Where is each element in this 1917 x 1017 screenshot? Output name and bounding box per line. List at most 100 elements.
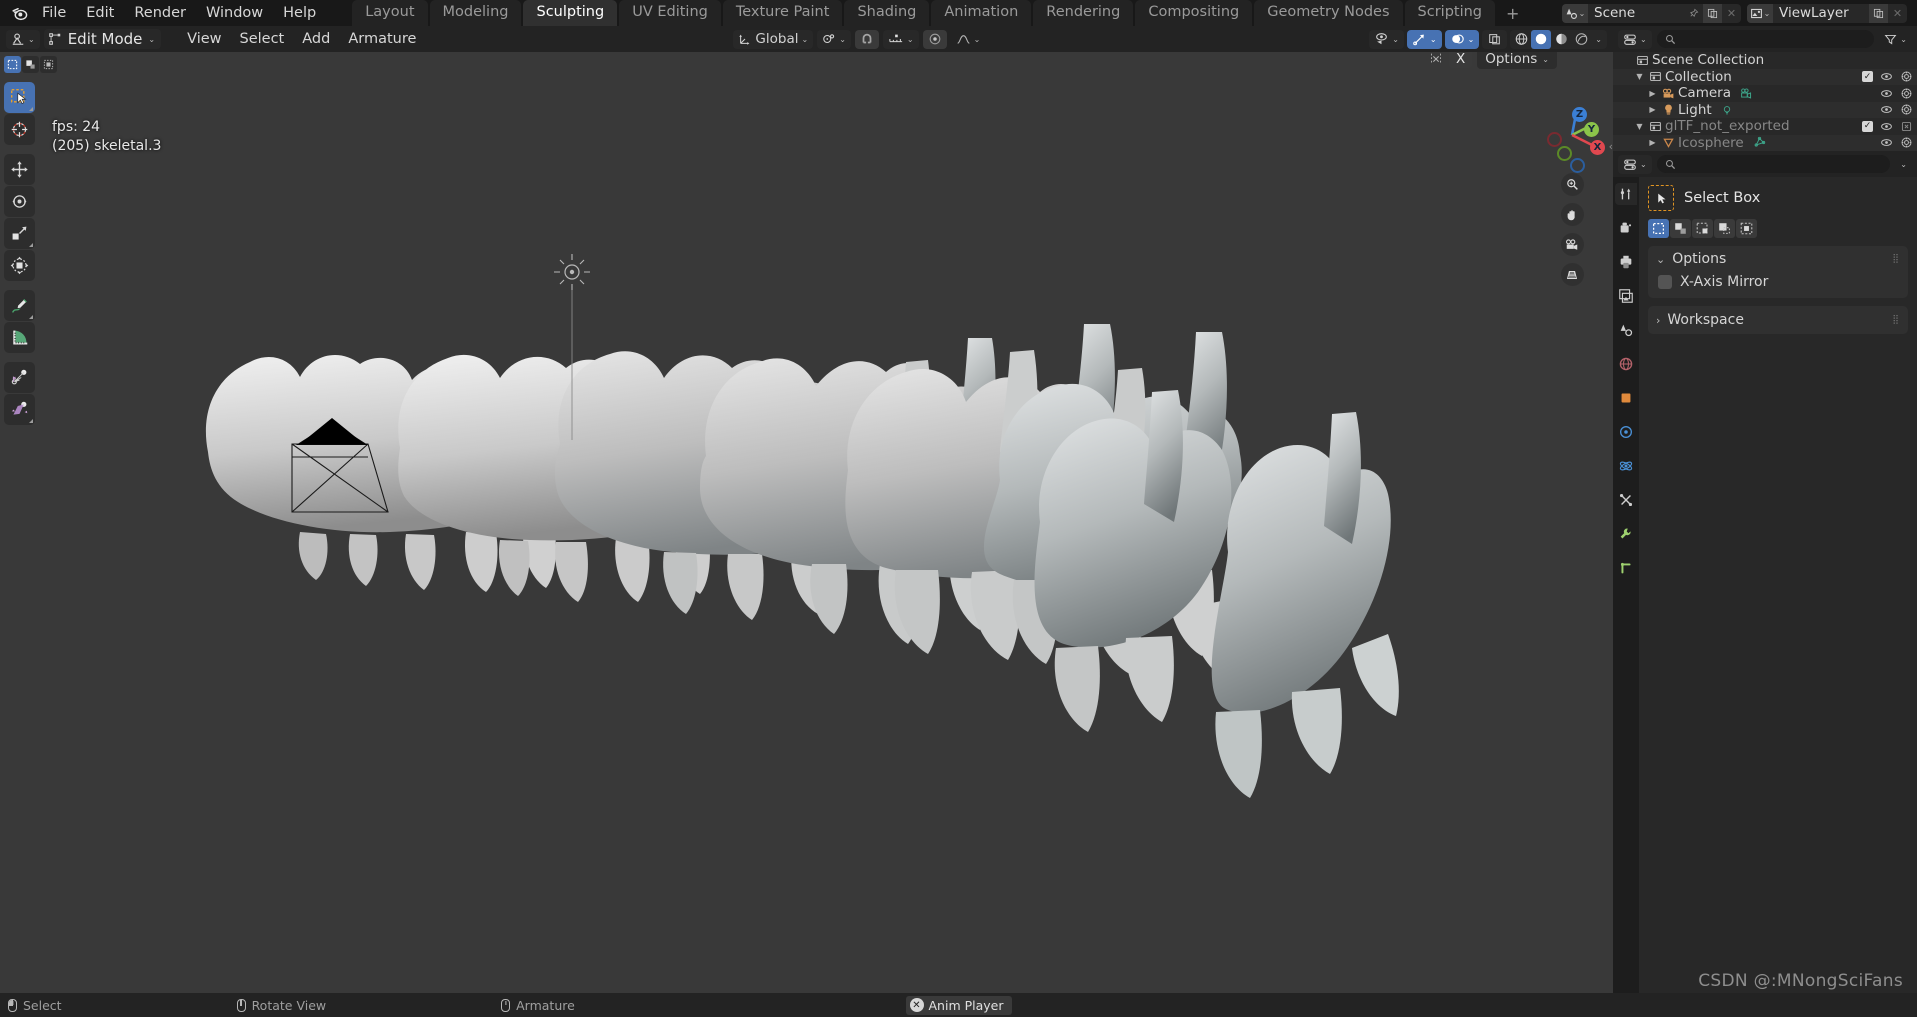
physics-tab[interactable] bbox=[1615, 455, 1637, 477]
set-select-mode[interactable] bbox=[1648, 219, 1669, 238]
intersect-select-mode[interactable] bbox=[1736, 219, 1757, 238]
output-tab[interactable] bbox=[1615, 251, 1637, 273]
outliner-row-camera[interactable]: ▶ Camera bbox=[1613, 85, 1917, 102]
properties-search-input[interactable] bbox=[1656, 155, 1891, 173]
edge-select-mode-icon[interactable] bbox=[40, 56, 57, 73]
unlink-icon[interactable]: ✕ bbox=[1722, 4, 1741, 23]
options-panel[interactable]: ⌄ Options ⣿ X-Axis Mirror bbox=[1648, 246, 1908, 298]
workspace-tab-uv-editing[interactable]: UV Editing bbox=[619, 0, 721, 26]
workspace-tab-animation[interactable]: Animation bbox=[931, 0, 1032, 26]
new-scene-icon[interactable] bbox=[1703, 3, 1722, 23]
scene-selector[interactable]: ⌄ Scene ✕ bbox=[1562, 3, 1741, 23]
menu-help[interactable]: Help bbox=[273, 2, 326, 24]
wireframe-shading-icon[interactable] bbox=[1511, 32, 1531, 46]
show-gizmo-icon[interactable]: ⌄ bbox=[1406, 29, 1442, 49]
toggle-xray-icon[interactable] bbox=[1482, 29, 1508, 49]
vertex-select-mode-icon[interactable] bbox=[22, 56, 39, 73]
workspace-tab-compositing[interactable]: Compositing bbox=[1135, 0, 1253, 26]
outliner-row-scene-collection[interactable]: Scene Collection bbox=[1613, 52, 1917, 69]
workspace-panel-header[interactable]: › Workspace ⣿ bbox=[1656, 312, 1900, 328]
checkbox-box[interactable] bbox=[1658, 275, 1672, 289]
show-overlays-icon[interactable]: ⌄ bbox=[1444, 29, 1480, 49]
exclude-checkbox[interactable]: ✓ bbox=[1862, 71, 1873, 83]
hide-eye-icon[interactable] bbox=[1880, 136, 1893, 149]
disable-render-icon[interactable] bbox=[1900, 87, 1913, 100]
outliner-row-light[interactable]: ▶ Light bbox=[1613, 101, 1917, 118]
editor-type-icon[interactable]: ⌄ bbox=[6, 29, 40, 49]
outliner-row-gltf-not-exported[interactable]: ▼ glTF_not_exported ✓ bbox=[1613, 118, 1917, 135]
expand-triangle-icon[interactable]: ▶ bbox=[1646, 105, 1659, 114]
viewlayer-tab[interactable] bbox=[1615, 285, 1637, 307]
falloff-smooth-icon[interactable]: ⌄ bbox=[951, 30, 986, 49]
menu-file[interactable]: File bbox=[32, 2, 76, 24]
disable-render-icon[interactable] bbox=[1900, 136, 1913, 149]
close-icon[interactable]: ✕ bbox=[909, 998, 924, 1012]
anim-player-status[interactable]: ✕ Anim Player bbox=[905, 995, 1012, 1015]
object-data-tab[interactable] bbox=[1615, 387, 1637, 409]
workspace-tab-geometry-nodes[interactable]: Geometry Nodes bbox=[1254, 0, 1403, 26]
viewport-menu-armature[interactable]: Armature bbox=[339, 28, 425, 50]
chevron-down-icon[interactable]: ⌄ bbox=[1895, 155, 1912, 174]
workspace-panel[interactable]: › Workspace ⣿ bbox=[1648, 306, 1908, 334]
snap-magnet-icon[interactable] bbox=[854, 29, 879, 49]
workspace-tab-modeling[interactable]: Modeling bbox=[429, 0, 522, 26]
workspace-tab-scripting[interactable]: Scripting bbox=[1404, 0, 1496, 26]
x-axis-mirror-checkbox[interactable]: X-Axis Mirror bbox=[1656, 267, 1900, 293]
workspace-tab-texture-paint[interactable]: Texture Paint bbox=[722, 0, 843, 26]
outliner-row-icosphere[interactable]: ▶ Icosphere bbox=[1613, 134, 1917, 151]
workspace-tab-shading[interactable]: Shading bbox=[844, 0, 930, 26]
mesh-green-icon[interactable] bbox=[1753, 136, 1766, 149]
interaction-mode-selector[interactable]: Edit Mode ⌄ bbox=[43, 29, 162, 49]
shading-mode-buttons[interactable]: ⌄ bbox=[1510, 29, 1607, 49]
world-tab[interactable] bbox=[1615, 353, 1637, 375]
hide-eye-icon[interactable] bbox=[1880, 70, 1893, 83]
extend-select-mode[interactable] bbox=[1670, 219, 1691, 238]
remove-viewlayer-icon[interactable]: ✕ bbox=[1888, 4, 1907, 23]
viewlayer-name[interactable]: ViewLayer bbox=[1773, 3, 1869, 23]
object-visibility-icon[interactable]: ⌄ bbox=[1369, 29, 1404, 49]
add-workspace-button[interactable]: + bbox=[1497, 0, 1528, 26]
menu-edit[interactable]: Edit bbox=[76, 2, 124, 24]
workspace-tab-rendering[interactable]: Rendering bbox=[1033, 0, 1134, 26]
box-select-mode-icon[interactable] bbox=[4, 56, 21, 73]
pivot-point-icon[interactable]: ⌄ bbox=[817, 29, 851, 49]
new-viewlayer-icon[interactable] bbox=[1869, 3, 1888, 23]
viewport-menu-view[interactable]: View bbox=[178, 28, 230, 50]
hide-eye-icon[interactable] bbox=[1880, 87, 1893, 100]
blender-logo-icon[interactable] bbox=[6, 0, 32, 26]
snap-increment-icon[interactable]: ⌄ bbox=[882, 29, 919, 49]
viewport-menu-select[interactable]: Select bbox=[231, 28, 294, 50]
disable-render-icon[interactable] bbox=[1900, 103, 1913, 116]
material-preview-shading-icon[interactable] bbox=[1551, 32, 1571, 46]
scene-tab[interactable] bbox=[1615, 319, 1637, 341]
options-panel-header[interactable]: ⌄ Options ⣿ bbox=[1656, 251, 1900, 267]
hide-eye-icon[interactable] bbox=[1880, 103, 1893, 116]
menu-render[interactable]: Render bbox=[124, 2, 196, 24]
expand-triangle-icon[interactable]: ▶ bbox=[1646, 89, 1659, 98]
disable-render-icon[interactable] bbox=[1900, 70, 1913, 83]
object-tab[interactable] bbox=[1615, 421, 1637, 443]
render-tab[interactable] bbox=[1615, 217, 1637, 239]
pin-icon[interactable] bbox=[1684, 4, 1703, 23]
exclude-checkbox[interactable]: ✓ bbox=[1862, 120, 1873, 132]
proportional-edit-icon[interactable] bbox=[922, 29, 947, 49]
workspace-tab-layout[interactable]: Layout bbox=[352, 0, 428, 26]
expand-triangle-icon[interactable]: ▶ bbox=[1646, 138, 1659, 147]
tool-tab[interactable] bbox=[1615, 183, 1637, 205]
scene-icon[interactable]: ⌄ bbox=[1562, 3, 1588, 23]
modifier-tab[interactable] bbox=[1615, 523, 1637, 545]
menu-window[interactable]: Window bbox=[196, 2, 273, 24]
data-tab[interactable] bbox=[1615, 557, 1637, 579]
expand-triangle-icon[interactable]: ▼ bbox=[1633, 72, 1646, 81]
rendered-shading-icon[interactable] bbox=[1571, 32, 1591, 46]
invert-select-mode[interactable] bbox=[1714, 219, 1735, 238]
constraints-tab[interactable] bbox=[1615, 489, 1637, 511]
viewlayer-selector[interactable]: ⌄ ViewLayer ✕ bbox=[1747, 3, 1907, 23]
expand-triangle-icon[interactable]: ▼ bbox=[1633, 122, 1646, 131]
transform-orientation-selector[interactable]: Global ⌄ bbox=[733, 29, 814, 49]
camera-green-icon[interactable] bbox=[1740, 87, 1753, 100]
outliner-tree[interactable]: Scene Collection ▼ Collection ✓ ▶ Camera ▶ Ligh… bbox=[1613, 52, 1917, 151]
disable-render-icon[interactable] bbox=[1900, 120, 1913, 133]
solid-shading-icon[interactable] bbox=[1531, 29, 1552, 49]
subtract-select-mode[interactable] bbox=[1692, 219, 1713, 238]
